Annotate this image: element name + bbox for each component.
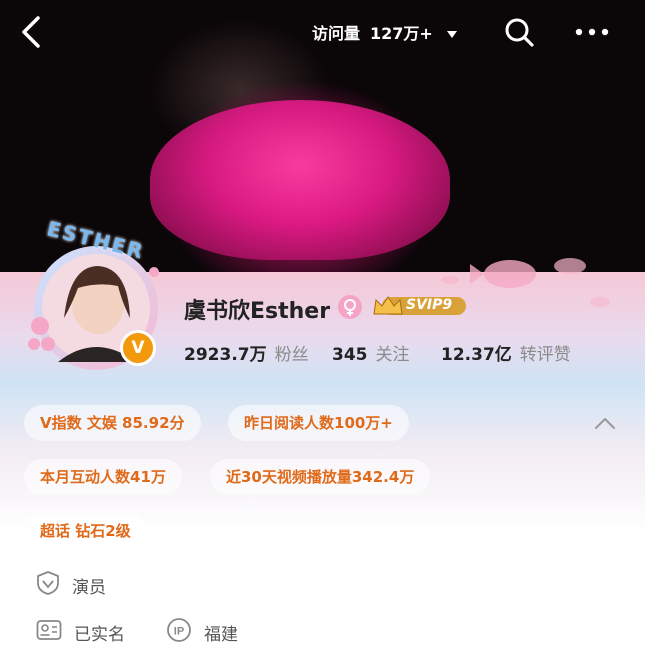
tag-video-plays[interactable]: 近30天视频播放量342.4万 [210, 459, 431, 495]
cover-photo-figure [150, 100, 450, 260]
id-card-icon [36, 620, 62, 640]
svg-text:IP: IP [174, 626, 184, 638]
following-label: 关注 [375, 345, 410, 365]
visits-value: 127万+ [370, 24, 433, 43]
visits-label: 访问量 [312, 24, 361, 43]
ip-location-text: 福建 [204, 625, 238, 645]
following-count: 345 [332, 345, 368, 365]
back-arrow-icon[interactable] [18, 14, 46, 50]
tag-supertopic[interactable]: 超话 钻石2级 [24, 513, 147, 549]
svip-label: SVIP9 [406, 297, 453, 313]
stat-followers[interactable]: 2923.7万 粉丝 [184, 340, 309, 365]
fish-decoration-icon [441, 258, 610, 307]
chevron-up-icon[interactable] [594, 416, 616, 430]
visits-counter[interactable]: 访问量 127万+ [312, 20, 457, 44]
avatar[interactable]: ESTHER V [18, 216, 168, 376]
profile-name: 虞书欣Esther [184, 299, 331, 324]
tag-yesterday-reads[interactable]: 昨日阅读人数100万+ [228, 405, 409, 441]
followers-count: 2923.7万 [184, 345, 267, 365]
realname-text: 已实名 [74, 625, 125, 645]
search-icon[interactable] [503, 16, 535, 48]
dropdown-caret-icon [446, 31, 457, 38]
stat-following[interactable]: 345 关注 [332, 340, 410, 365]
stat-reposts-likes[interactable]: 12.37亿 转评赞 [441, 340, 571, 365]
female-gender-icon [338, 295, 362, 319]
verified-badge-label: V [131, 338, 145, 358]
followers-label: 粉丝 [274, 345, 309, 365]
verified-badge: V [120, 330, 156, 366]
svip-badge[interactable]: SVIP9 [372, 294, 466, 318]
reposts-likes-count: 12.37亿 [441, 345, 512, 365]
tag-v-index[interactable]: V指数 文娱 85.92分 [24, 405, 201, 441]
reposts-likes-label: 转评赞 [519, 345, 571, 365]
more-options-icon[interactable] [574, 22, 610, 42]
ip-location-icon: IP [167, 618, 191, 642]
occupation-text: 演员 [72, 578, 106, 598]
verified-shield-icon [37, 571, 59, 595]
top-bar: 访问量 127万+ [0, 0, 645, 64]
tag-monthly-interactions[interactable]: 本月互动人数41万 [24, 459, 182, 495]
